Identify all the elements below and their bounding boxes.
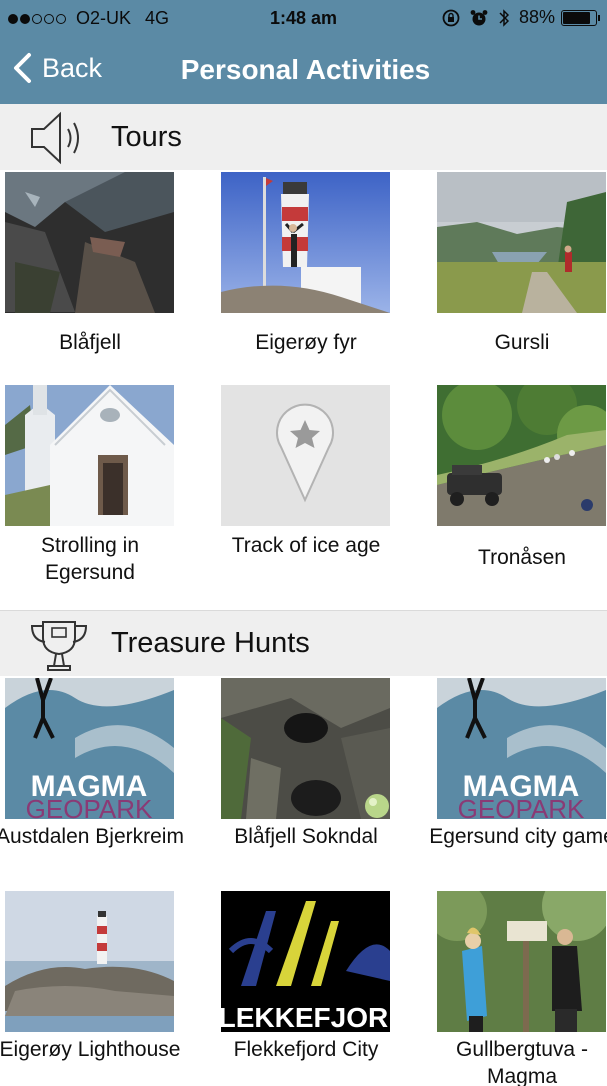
hunt-caption: Blåfjell Sokndal [234, 825, 378, 848]
hunt-image-cave-rock [221, 678, 390, 819]
tour-tile-tronasen[interactable]: Tronåsen [437, 385, 606, 571]
speaker-icon [31, 111, 79, 165]
tour-tile-track-ice-age[interactable]: Track of ice age [221, 385, 390, 559]
flekkefjord-logo: FLEKKEFJORD [221, 891, 390, 1032]
tour-caption: Track of ice age [231, 534, 381, 557]
rotation-lock-icon [442, 9, 460, 26]
battery-percent: 88% [518, 7, 555, 27]
alarm-icon [470, 9, 488, 25]
section-title-treasure-hunts: Treasure Hunts [111, 627, 310, 659]
tour-caption: Tronåsen [478, 546, 566, 569]
navigation-bar: Back Personal Activities [0, 38, 607, 104]
tour-image-cave [5, 172, 174, 313]
hunt-tile-blafjell-sokndal[interactable]: Blåfjell Sokndal [221, 678, 390, 850]
hunt-tile-flekkefjord-city[interactable]: FLEKKEFJORD Flekkefjord City [221, 891, 390, 1063]
tour-image-church [5, 385, 174, 526]
hunt-caption: Austdalen Bjerkreim [0, 825, 184, 848]
tour-caption: Eigerøy fyr [255, 331, 357, 354]
logo-text: FLEKKEFJORD [221, 1002, 390, 1032]
tour-caption: Blåfjell [59, 331, 121, 354]
tour-image-valley [437, 172, 606, 313]
magma-geopark-logo: MAGMA GEOPARK [5, 678, 174, 819]
section-title-tours: Tours [111, 120, 182, 153]
section-header-treasure-hunts: Treasure Hunts [0, 610, 607, 676]
tour-tile-strolling-egersund[interactable]: Strolling in Egersund [5, 385, 174, 586]
hunt-tile-eigeroy-lighthouse[interactable]: Eigerøy Lighthouse [0, 891, 180, 1063]
tour-tile-blafjell[interactable]: Blåfjell [5, 172, 174, 356]
tour-caption: Gursli [494, 331, 550, 354]
hunt-image-lighthouse-rocks [5, 891, 174, 1032]
logo-text: GEOPARK [458, 794, 585, 819]
tour-tile-eigeroy-fyr[interactable]: Eigerøy fyr [221, 172, 390, 356]
bluetooth-icon [499, 8, 510, 27]
hunt-tile-gullbergtuva[interactable]: Gullbergtuva - Magma [437, 891, 606, 1086]
hunt-tile-austdalen[interactable]: MAGMA GEOPARK Austdalen Bjerkreim [0, 678, 184, 850]
trophy-icon [30, 621, 88, 671]
status-bar: O2-UK 4G 1:48 am 88% [0, 0, 607, 38]
hunt-caption: Eigerøy Lighthouse [0, 1038, 181, 1061]
page-title: Personal Activities [180, 54, 431, 85]
map-pin-placeholder [221, 385, 390, 526]
hunt-caption: Egersund city game [429, 825, 607, 848]
section-header-tours: Tours [0, 104, 607, 170]
hunt-caption: Flekkefjord City [233, 1038, 379, 1061]
battery-icon [561, 9, 600, 26]
tour-tile-gursli[interactable]: Gursli [437, 172, 606, 356]
tour-caption: Strolling in Egersund [40, 534, 140, 584]
logo-text: GEOPARK [26, 794, 153, 819]
magma-geopark-logo: MAGMA GEOPARK [437, 678, 606, 819]
tour-image-lighthouse [221, 172, 390, 313]
hunt-caption: Gullbergtuva - Magma [456, 1038, 588, 1086]
hunt-image-hikers-sign [437, 891, 606, 1032]
tour-image-vintage-car [437, 385, 606, 526]
status-right: 88% [433, 7, 600, 28]
hunt-tile-egersund-city-game[interactable]: MAGMA GEOPARK Egersund city game [429, 678, 607, 850]
